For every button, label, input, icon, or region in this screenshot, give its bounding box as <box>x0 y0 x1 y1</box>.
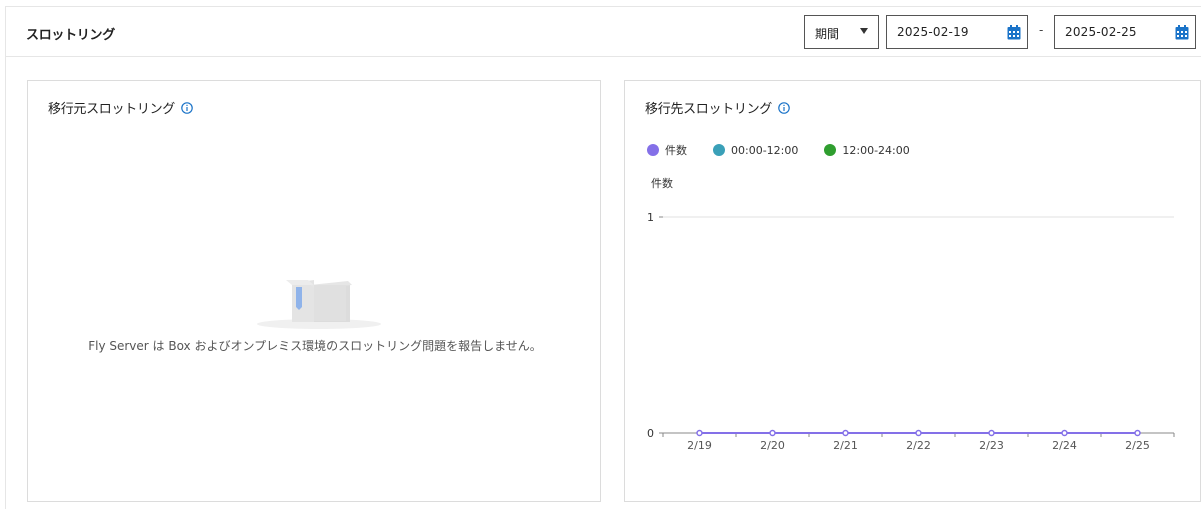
info-icon[interactable] <box>181 101 193 114</box>
data-point <box>1061 429 1068 437</box>
calendar-icon[interactable] <box>1007 25 1021 40</box>
period-select-label: 期間 <box>815 27 840 41</box>
start-date-input[interactable]: 2025-02-19 <box>886 15 1028 49</box>
x-tick-label: 2/24 <box>1052 439 1077 452</box>
x-tick-label: 2/25 <box>1125 439 1150 452</box>
target-throttling-panel: 移行先スロットリング 件数 00:00-12:00 12:00-24:00 件数… <box>624 80 1201 502</box>
data-point <box>988 429 995 437</box>
x-tick-label: 2/23 <box>979 439 1004 452</box>
data-point <box>915 429 922 437</box>
line-chart: 件数 0 1 2/19 2/20 2/21 2/22 2/23 2/24 2/25 <box>647 177 1175 452</box>
caret-down-icon <box>860 28 868 34</box>
empty-state-message: Fly Server は Box およびオンプレミス環境のスロットリング問題を報… <box>88 339 542 353</box>
empty-box-icon <box>257 280 381 329</box>
calendar-icon[interactable] <box>1175 25 1189 40</box>
page-title: スロットリング <box>26 28 115 43</box>
x-tick-label: 2/21 <box>833 439 858 452</box>
y-tick-label: 0 <box>647 427 654 440</box>
x-tick-label: 2/22 <box>906 439 931 452</box>
x-tick-label: 2/20 <box>760 439 785 452</box>
data-point <box>1134 429 1141 437</box>
start-date-value: 2025-02-19 <box>897 25 969 39</box>
data-point <box>842 429 849 437</box>
end-date-input[interactable]: 2025-02-25 <box>1054 15 1196 49</box>
data-point <box>769 429 776 437</box>
end-date-value: 2025-02-25 <box>1065 25 1137 39</box>
period-select[interactable]: 期間 <box>804 15 879 49</box>
date-range-separator: - <box>1039 23 1044 37</box>
data-point <box>696 429 703 437</box>
throttling-page: スロットリング 期間 2025-02-19 - 2025-02-25 移行元スロ… <box>5 6 1201 509</box>
source-throttling-panel: 移行元スロットリング Fly Server は Box およびオンプレミス環境の… <box>27 80 601 502</box>
y-tick-label: 1 <box>647 211 654 224</box>
y-axis-label: 件数 <box>651 177 673 190</box>
page-header: スロットリング 期間 2025-02-19 - 2025-02-25 <box>6 7 1201 57</box>
source-panel-title-text: 移行元スロットリング <box>48 102 176 117</box>
x-tick-label: 2/19 <box>687 439 712 452</box>
source-panel-title: 移行元スロットリング <box>48 98 193 117</box>
